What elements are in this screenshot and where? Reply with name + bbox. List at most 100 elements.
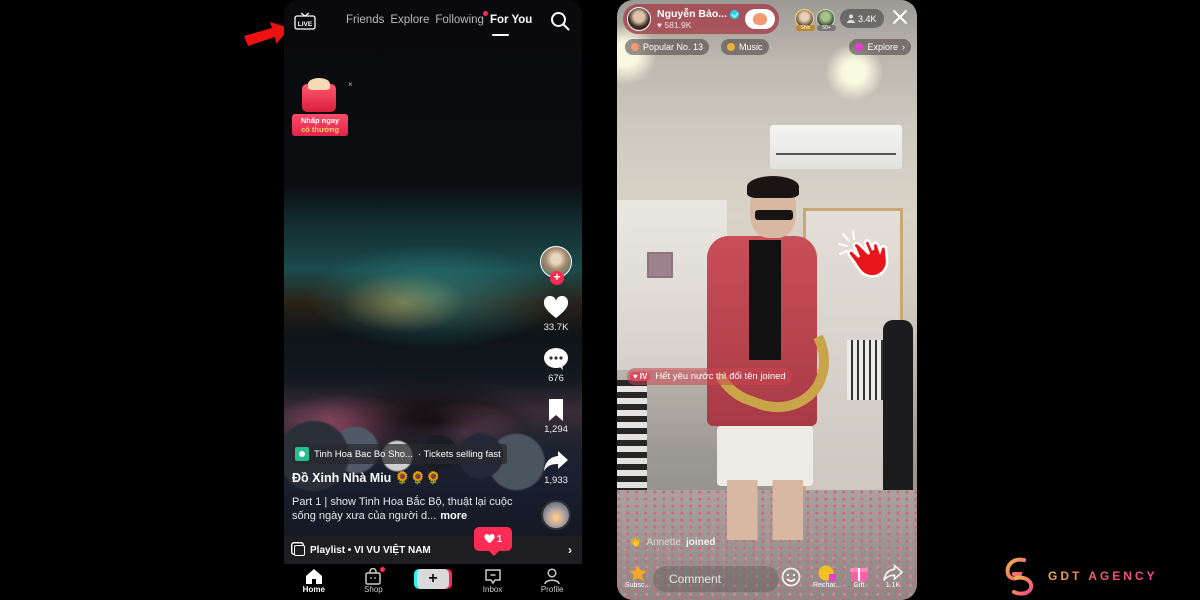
live-tv-icon[interactable]: LIVE (294, 12, 316, 30)
top-navigation: LIVE Friends Explore Following For You (284, 0, 582, 44)
location-pin-icon (295, 447, 309, 461)
recharge-label: Rechar... (813, 582, 842, 589)
music-disc-icon[interactable] (541, 500, 571, 530)
tab-for-you-label: For You (489, 14, 533, 26)
author-name[interactable]: Đồ Xinh Nhà Miu 🌻🌻🌻 (292, 471, 441, 486)
join-message-text: Hết yêu nước thì đổi tên joined (655, 371, 786, 382)
playlist-icon (294, 544, 305, 556)
comment-button[interactable]: 676 (543, 347, 569, 384)
promo-line-1: Nhấp ngay (300, 116, 340, 125)
join-message: ♥ IV Hết yêu nước thì đổi tên joined (627, 368, 792, 385)
gift-label: Gift (853, 582, 865, 589)
promo-line-2: có thưởng (301, 125, 339, 134)
search-icon[interactable] (550, 11, 570, 31)
like-button[interactable]: 33.7K (543, 296, 569, 333)
nav-shop[interactable]: Shop (351, 567, 395, 594)
fan-level-badge: ♥ IV (630, 372, 651, 381)
promo-label: Nhấp ngay có thưởng (292, 114, 348, 136)
home-icon (305, 569, 322, 584)
share-live-button[interactable]: 1.1K (883, 564, 903, 589)
top-viewers[interactable]: Shin 50+ (795, 9, 836, 31)
creator-avatar[interactable]: + (540, 246, 572, 285)
nav-create[interactable]: + (411, 568, 455, 589)
live-performer (677, 176, 847, 540)
feed-tabs: Friends Explore Following For You (346, 11, 532, 26)
chevron-right-icon: › (568, 543, 572, 557)
poi-status: · Tickets selling fast (417, 448, 501, 460)
save-button[interactable]: 1,294 (543, 398, 569, 435)
viewer-count-value: 3.4K (858, 13, 877, 24)
host-info-pill[interactable]: Nguyễn Bảo... ♥ 581.9K (623, 4, 779, 34)
emoji-button[interactable] (781, 567, 801, 587)
promo-close-button[interactable]: × (348, 80, 353, 89)
tab-friends[interactable]: Friends (346, 14, 384, 26)
host-avatar[interactable] (627, 7, 651, 31)
recharge-button[interactable]: Rechar... (813, 564, 841, 589)
like-notification-bubble[interactable]: 1 (474, 527, 512, 556)
live-scene-keyboard (847, 340, 887, 400)
location-ticket-chip[interactable]: Tinh Hoa Bac Bo Sho... · Tickets selling… (292, 444, 507, 464)
viewer-avatar[interactable]: 50+ (816, 9, 836, 31)
comment-input[interactable]: Comment (653, 566, 779, 592)
person-icon (847, 14, 855, 23)
host-name: Nguyễn Bảo... (657, 8, 740, 20)
nav-home[interactable]: Home (292, 568, 336, 594)
tab-following[interactable]: Following (435, 11, 488, 26)
emoji-icon (781, 567, 801, 587)
follow-host-button[interactable] (745, 9, 775, 29)
tab-explore-label: Explore (390, 14, 430, 26)
active-tab-indicator (492, 34, 509, 36)
close-icon[interactable] (891, 8, 909, 26)
tag-music[interactable]: Music (721, 39, 769, 55)
heart-icon (543, 296, 569, 318)
nav-profile-label: Profile (540, 585, 564, 594)
tag-popular-rank[interactable]: Popular No. 13 (625, 39, 710, 55)
share-icon (883, 564, 903, 581)
comment-count: 676 (548, 373, 564, 384)
wave-hand-icon: 👋 (629, 537, 642, 548)
nav-inbox-label: Inbox (482, 585, 503, 594)
inbox-icon (484, 569, 501, 585)
nav-profile[interactable]: Profile (530, 568, 574, 594)
tab-explore[interactable]: Explore (390, 14, 429, 26)
host-likes: ♥ 581.9K (657, 20, 692, 30)
tag-explore-label: Explore (867, 42, 898, 52)
join-message-2: 👋 Annette joined (629, 537, 715, 548)
viewer-count[interactable]: 3.4K (840, 9, 884, 28)
brand-name: GDT AGENCY (1048, 569, 1158, 583)
follow-button[interactable]: + (550, 271, 564, 285)
viewer-avatar[interactable]: Shin (795, 9, 815, 31)
joiner-name: Annette (646, 537, 681, 548)
reward-promo-widget[interactable]: Nhấp ngay có thưởng × (292, 78, 353, 140)
subscribe-star-icon (629, 565, 647, 581)
tiktok-for-you-screen: LIVE Friends Explore Following For You N… (284, 0, 582, 600)
share-count: 1.1K (885, 582, 901, 589)
notification-dot (482, 11, 488, 16)
playlist-label: Playlist • VI VU VIỆT NAM (310, 544, 431, 556)
nav-shop-label: Shop (364, 585, 383, 594)
gift-button[interactable]: Gift (849, 564, 869, 589)
gift-bow-icon (308, 78, 330, 90)
bookmark-icon (549, 399, 563, 421)
tiktok-live-screen: Nguyễn Bảo... ♥ 581.9K Shin 50+ 3.4K Pop… (617, 0, 917, 600)
playlist-bar[interactable]: Playlist • VI VU VIỆT NAM › (284, 536, 582, 564)
share-button[interactable]: 1,933 (543, 449, 569, 486)
heart-icon (484, 534, 495, 544)
subscribe-label: Subsc... (625, 582, 651, 589)
subscribe-button[interactable]: Subsc... (625, 564, 650, 589)
host-name-text: Nguyễn Bảo... (657, 8, 728, 20)
tag-popular-label: Popular No. 13 (643, 42, 704, 52)
bottom-navigation: Home Shop + Inbox Profile (284, 564, 582, 600)
live-tags: Popular No. 13 Music Explore › (625, 39, 911, 55)
save-count: 1,294 (544, 424, 568, 435)
tab-for-you[interactable]: For You (490, 14, 532, 26)
gift-icon (850, 568, 868, 581)
tag-explore[interactable]: Explore › (849, 39, 911, 55)
create-plus-icon[interactable]: + (416, 569, 449, 589)
caption-more-link[interactable]: more (440, 510, 467, 522)
shop-notification-dot (380, 567, 386, 572)
nav-inbox[interactable]: Inbox (471, 568, 515, 594)
fan-level: IV (639, 372, 648, 381)
chevron-right-icon: › (902, 42, 905, 52)
room-logo-watermark (647, 252, 673, 278)
